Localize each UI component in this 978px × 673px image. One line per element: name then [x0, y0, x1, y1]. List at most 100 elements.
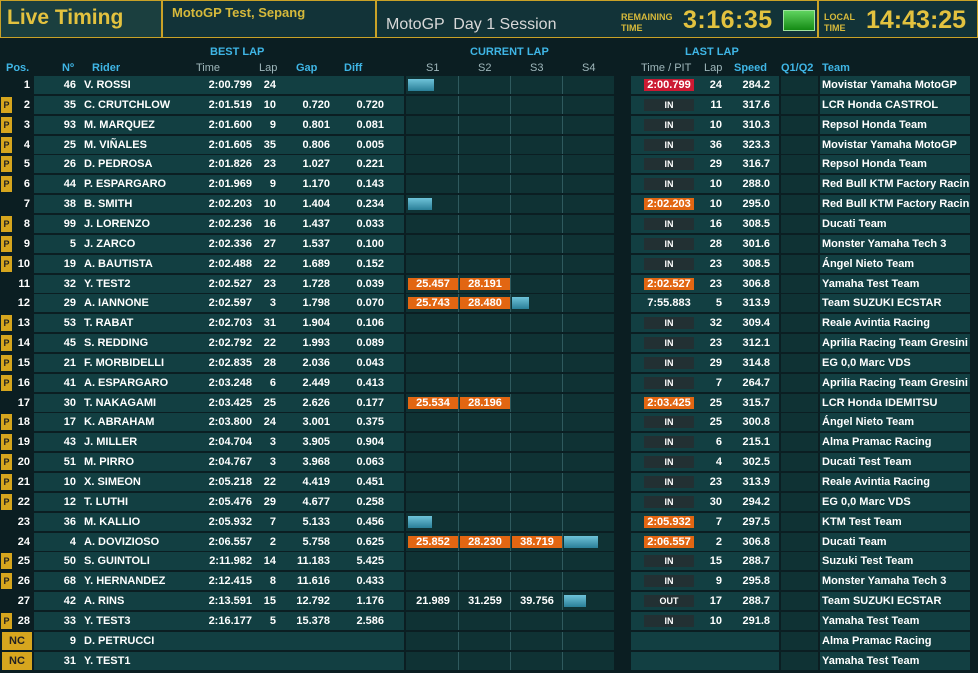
diff: 0.039: [356, 277, 384, 290]
table-row[interactable]: P 19 43 J. MILLER 2:04.704 3 3.905 0.904 IN 6 215.…: [0, 432, 978, 452]
table-row[interactable]: P 9 5 J. ZARCO 2:02.336 27 1.537 0.100 IN 28 301.6…: [0, 234, 978, 254]
top-speed: [728, 651, 770, 671]
table-row[interactable]: P 4 25 M. VIÑALES 2:01.605 35 0.806 0.005 IN 36 32…: [0, 135, 978, 155]
table-row[interactable]: P 6 44 P. ESPARGARO 2:01.969 9 1.170 0.143 IN 10 2…: [0, 174, 978, 194]
team-name: Ducati Team: [822, 535, 887, 548]
table-row[interactable]: P 22 12 T. LUTHI 2:05.476 29 4.677 0.258 IN 30 294…: [0, 492, 978, 512]
table-row[interactable]: P 5 26 D. PEDROSA 2:01.826 23 1.027 0.221 IN 29 31…: [0, 154, 978, 174]
header-best-time[interactable]: Time: [196, 62, 220, 74]
rider-number: 36: [63, 515, 76, 528]
best-lap-number: 29: [263, 495, 276, 508]
last-lap-number: 23: [709, 277, 722, 290]
row-q-bg: [781, 453, 818, 472]
position: 16: [17, 376, 30, 389]
rider-name: A. ESPARGARO: [84, 376, 169, 389]
rider-number: 9: [69, 634, 76, 647]
table-row[interactable]: P 13 53 T. RABAT 2:02.703 31 1.904 0.106 IN 32 309…: [0, 313, 978, 333]
best-lap-number: [254, 651, 276, 671]
best-lap-number: 8: [269, 575, 276, 588]
row-q-bg: [781, 532, 818, 551]
top-speed: [728, 631, 770, 651]
top-speed: 308.5: [742, 217, 770, 230]
last-lap-number: 10: [709, 118, 722, 131]
sector-divider: [458, 214, 459, 233]
table-row[interactable]: P 26 68 Y. HERNANDEZ 2:12.415 8 11.616 0.433 IN 9…: [0, 571, 978, 591]
row-q-bg: [781, 353, 818, 372]
header-q1q2[interactable]: Q1/Q2: [781, 62, 813, 74]
best-lap-number: 15: [263, 595, 276, 608]
sector-s2-time: 28.480: [460, 297, 510, 310]
last-lap-number: 9: [715, 575, 722, 588]
table-row[interactable]: P 20 51 M. PIRRO 2:04.767 3 3.968 0.063 IN 4 302.5…: [0, 452, 978, 472]
table-row[interactable]: P 8 99 J. LORENZO 2:02.236 16 1.437 0.033 IN 16 30…: [0, 214, 978, 234]
last-lap-status: IN: [644, 456, 694, 469]
rider-name: F. MORBIDELLI: [84, 356, 165, 369]
sector-divider: [510, 353, 511, 372]
gap: 2.036: [302, 356, 330, 369]
sector-divider: [562, 274, 563, 293]
position: 19: [17, 436, 30, 449]
top-speed: 295.0: [742, 198, 770, 211]
sector-divider: [510, 393, 511, 412]
table-row[interactable]: 1 46 V. ROSSI 2:00.799 24 2:00.799 24 284.2 Movi…: [0, 75, 978, 95]
header-best-lapnum[interactable]: Lap: [259, 62, 277, 74]
sector-divider: [510, 115, 511, 134]
best-lap-number: [254, 631, 276, 651]
table-row[interactable]: P 25 50 S. GUINTOLI 2:11.982 14 11.183 5.425 IN 1…: [0, 551, 978, 571]
header-speed[interactable]: Speed: [734, 62, 767, 74]
diff: [336, 75, 384, 95]
table-row[interactable]: 11 32 Y. TEST2 2:02.527 23 1.728 0.039 25.457 28…: [0, 274, 978, 294]
gap: 15.378: [296, 614, 330, 627]
table-row[interactable]: P 15 21 F. MORBIDELLI 2:02.835 28 2.036 0.043 IN…: [0, 353, 978, 373]
header-team[interactable]: Team: [822, 62, 850, 74]
table-row[interactable]: P 16 41 A. ESPARGARO 2:03.248 6 2.449 0.413 IN 7 2…: [0, 373, 978, 393]
row-q-bg: [781, 135, 818, 154]
header-pos[interactable]: Pos.: [6, 62, 29, 74]
row-q-bg: [781, 433, 818, 452]
best-lap-number: 31: [263, 317, 276, 330]
last-lap-number: 5: [715, 297, 722, 310]
table-row[interactable]: NC 31 Y. TEST1 Yamaha Test Team: [0, 651, 978, 671]
table-row[interactable]: P 18 17 K. ABRAHAM 2:03.800 24 3.001 0.375 IN 25 3…: [0, 412, 978, 432]
last-lap-number: 30: [709, 495, 722, 508]
rider-number: 26: [63, 158, 76, 171]
sector-divider: [458, 314, 459, 333]
last-lap-number: 4: [715, 456, 722, 469]
table-row[interactable]: 27 42 A. RINS 2:13.591 15 12.792 1.176 21.989 31…: [0, 591, 978, 611]
last-lap-status: IN: [644, 158, 694, 171]
best-lap-number: 3: [269, 436, 276, 449]
team-name: LCR Honda CASTROL: [822, 98, 939, 111]
header-last-time[interactable]: Time / PIT: [641, 62, 691, 74]
table-row[interactable]: P 3 93 M. MARQUEZ 2:01.600 9 0.801 0.081 IN 10 310…: [0, 115, 978, 135]
table-row[interactable]: 23 36 M. KALLIO 2:05.932 7 5.133 0.456 2:05.932…: [0, 512, 978, 532]
sector-divider: [562, 433, 563, 452]
header-diff[interactable]: Diff: [344, 62, 362, 74]
position: 15: [17, 356, 30, 369]
top-speed: 314.8: [742, 356, 770, 369]
rider-number: 68: [63, 575, 76, 588]
sector-s1-time: 25.457: [408, 277, 458, 290]
table-row[interactable]: P 21 10 X. SIMEON 2:05.218 22 4.419 0.451 IN 23 31…: [0, 472, 978, 492]
table-row[interactable]: 24 4 A. DOVIZIOSO 2:06.557 2 5.758 0.625 25.852…: [0, 532, 978, 552]
table-row[interactable]: P 2 35 C. CRUTCHLOW 2:01.519 10 0.720 0.720 IN 11…: [0, 95, 978, 115]
header-gap[interactable]: Gap: [296, 62, 317, 74]
gap: 1.027: [302, 158, 330, 171]
table-row[interactable]: P 14 45 S. REDDING 2:02.792 22 1.993 0.089 IN 23 3…: [0, 333, 978, 353]
last-lap-status: IN: [644, 356, 694, 369]
header-num[interactable]: Nº: [62, 62, 74, 74]
sector-divider: [510, 373, 511, 392]
s3-progress-bar: [512, 297, 529, 310]
best-lap-number: 24: [263, 79, 276, 91]
header-rider[interactable]: Rider: [92, 62, 120, 74]
table-row[interactable]: NC 9 D. PETRUCCI Alma Pramac Racing: [0, 631, 978, 651]
table-row[interactable]: P 10 19 A. BAUTISTA 2:02.488 22 1.689 0.152 IN 23…: [0, 254, 978, 274]
table-row[interactable]: P 28 33 Y. TEST3 2:16.177 5 15.378 2.586 IN 10 291…: [0, 611, 978, 631]
last-lap-status: IN: [644, 614, 694, 627]
table-row[interactable]: 12 29 A. IANNONE 2:02.597 3 1.798 0.070 25.743 2…: [0, 293, 978, 313]
header-last-lapnum[interactable]: Lap: [704, 62, 722, 74]
best-time: 2:01.600: [208, 118, 252, 131]
table-row[interactable]: 17 30 T. NAKAGAMI 2:03.425 25 2.626 0.177 25.53…: [0, 393, 978, 413]
position: 24: [17, 535, 30, 548]
table-row[interactable]: 7 38 B. SMITH 2:02.203 10 1.404 0.234 2:02.203 1…: [0, 194, 978, 214]
